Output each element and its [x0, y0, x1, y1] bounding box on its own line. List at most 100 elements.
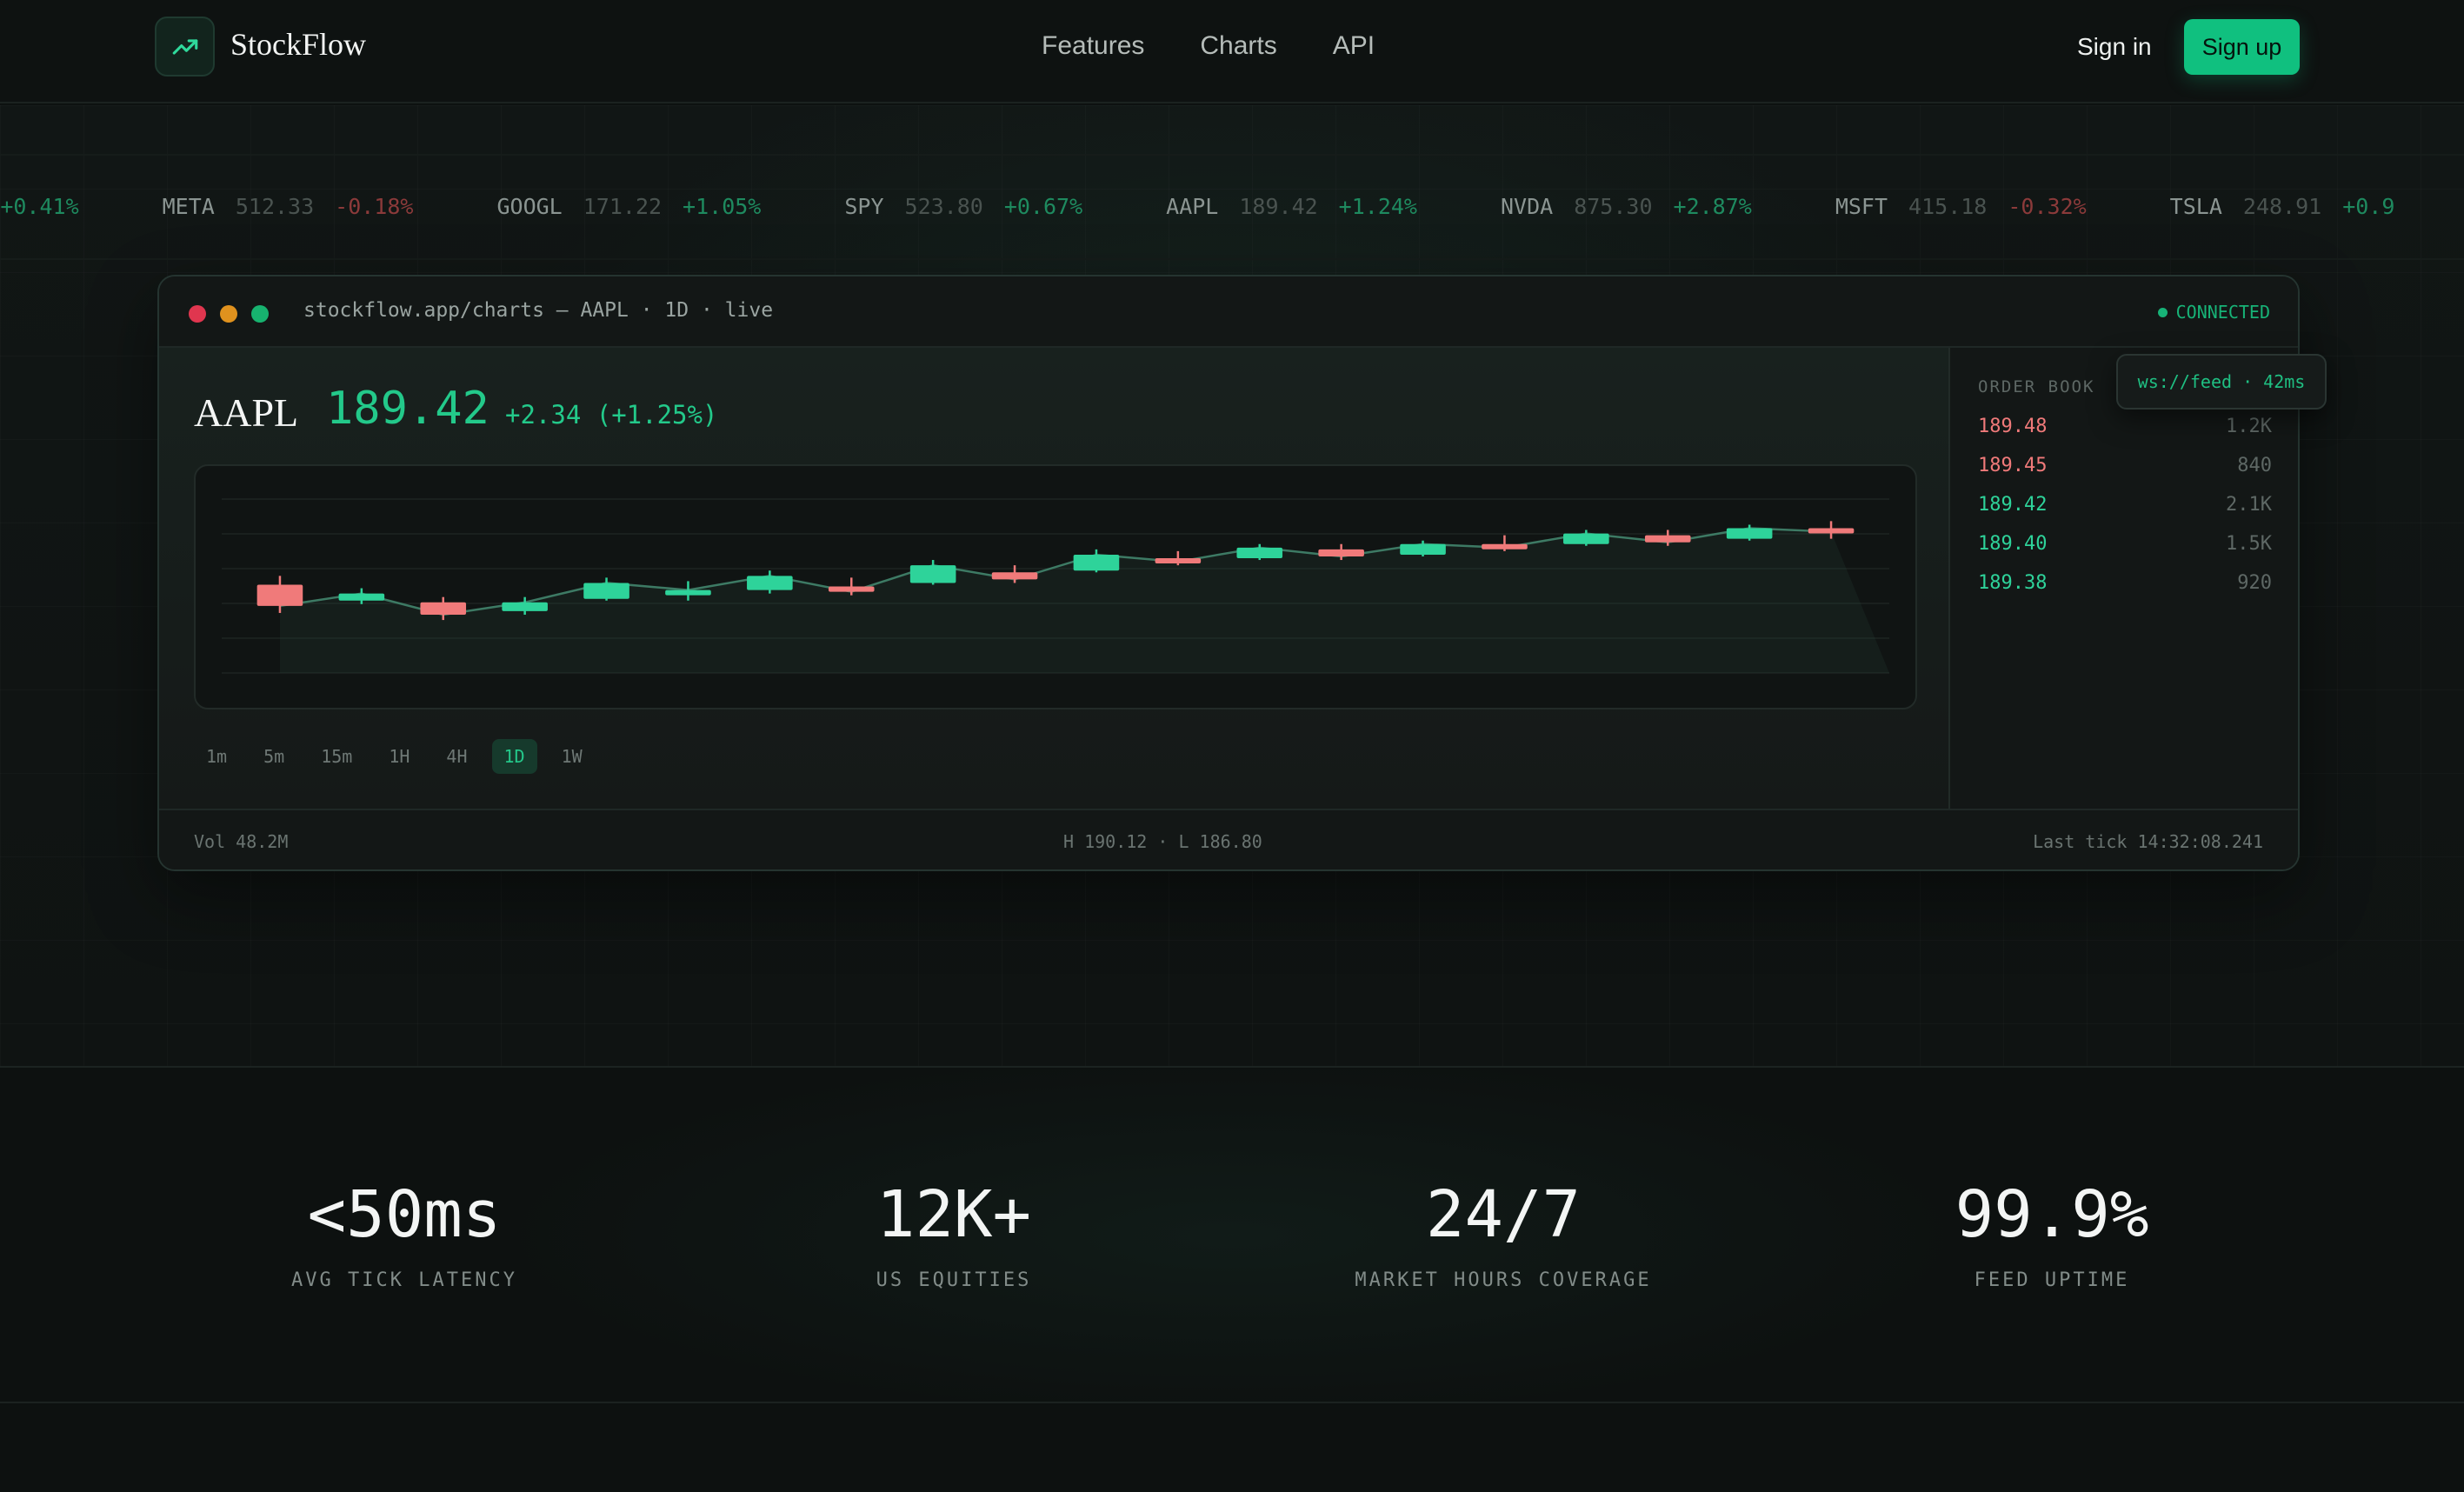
nav-link-api[interactable]: API [1333, 31, 1375, 61]
stat-uptime: 99.9% FEED UPTIME [1878, 1177, 2226, 1291]
order-book-row[interactable]: 189.38 920 [1978, 572, 2272, 594]
stat-label: MARKET HOURS COVERAGE [1355, 1269, 1652, 1291]
candle[interactable] [1563, 530, 1609, 546]
candle-body [1073, 554, 1120, 571]
timeframe-1H[interactable]: 1H [376, 739, 422, 774]
ticker-change: +2.87% [1673, 194, 1752, 219]
order-book-row[interactable]: 189.40 1.5K [1978, 533, 2272, 555]
candle-body [1644, 535, 1691, 543]
stat-latency: <50ms AVG TICK LATENCY [230, 1177, 578, 1291]
stat-value: 99.9% [1955, 1177, 2149, 1252]
symbol-title: AAPL [194, 390, 299, 435]
timeframe-5m[interactable]: 5m [251, 739, 296, 774]
candle-body [1236, 547, 1283, 559]
candlestick-chart[interactable] [194, 464, 1917, 709]
current-price: 189.42 [326, 383, 489, 435]
hero-section: 178.65+0.41% META 512.33 -0.18% GOOGL 171.22 +… [0, 105, 2464, 1068]
candle-body [1482, 543, 1528, 550]
ticker-item[interactable]: AAPL 189.42 +1.24% [1166, 194, 1417, 219]
order-price: 189.45 [1978, 455, 2048, 476]
sign-up-button[interactable]: Sign up [2184, 19, 2300, 75]
stat-value: <50ms [307, 1177, 502, 1252]
ticker-symbol: META [162, 194, 215, 219]
high-low-readout: H 190.12 · L 186.80 [1063, 831, 1262, 852]
order-book-row[interactable]: 189.48 1.2K [1978, 416, 2272, 437]
ticker-symbol: MSFT [1835, 194, 1888, 219]
nav-link-features[interactable]: Features [1042, 31, 1144, 61]
order-book-row[interactable]: 189.45 840 [1978, 455, 2272, 476]
candle-body [1726, 528, 1773, 539]
status-dot-icon [2157, 307, 2168, 317]
window-footer: Vol 48.2M H 190.12 · L 186.80 Last tick … [159, 809, 2298, 869]
logo-badge[interactable] [155, 17, 215, 77]
ticker-price: 248.91 [2242, 194, 2322, 219]
stat-label: US EQUITIES [876, 1269, 1032, 1291]
order-price: 189.48 [1978, 416, 2048, 437]
window-titlebar: stockflow.app/charts — AAPL · 1D · live … [159, 276, 2298, 348]
ticker-item[interactable]: MSFT 415.18 -0.32% [1835, 194, 2087, 219]
close-dot[interactable] [189, 305, 206, 323]
candle-body [338, 593, 385, 601]
minimize-dot[interactable] [220, 305, 237, 323]
candle-body [909, 565, 956, 583]
candle[interactable] [1073, 549, 1120, 573]
candle[interactable] [909, 560, 956, 585]
candle-body [420, 602, 467, 615]
top-nav: StockFlow Features Charts API Sign in Si… [0, 0, 2464, 103]
sign-in-link[interactable]: Sign in [2077, 33, 2152, 61]
stat-coverage: 24/7 MARKET HOURS COVERAGE [1329, 1177, 1677, 1291]
timeframe-4H[interactable]: 4H [434, 739, 479, 774]
chart-area: AAPL 189.42 +2.34 (+1.25%) 1m 5m 15m 1H 4H 1D… [159, 348, 1948, 809]
brand-name[interactable]: StockFlow [230, 26, 366, 63]
maximize-dot[interactable] [251, 305, 269, 323]
ticker-item[interactable]: TSLA 248.91 +0.9 [2170, 194, 2395, 219]
order-price: 189.38 [1978, 572, 2048, 594]
candle[interactable] [583, 577, 629, 601]
order-book-row[interactable]: 189.42 2.1K [1978, 494, 2272, 516]
ticker-change: +0.9 [2342, 194, 2395, 219]
nav-link-charts[interactable]: Charts [1200, 31, 1276, 61]
ticker-change: +0.41% [0, 194, 79, 219]
ticker-item[interactable]: 178.65+0.41% [0, 194, 79, 219]
candle-body [1400, 543, 1446, 555]
ticker-item[interactable]: SPY 523.80 +0.67% [844, 194, 1082, 219]
ticker-row: 178.65+0.41% META 512.33 -0.18% GOOGL 171.22 +… [0, 194, 2394, 219]
ticker-symbol: TSLA [2169, 194, 2222, 219]
connection-status-label: CONNECTED [2175, 302, 2270, 323]
stat-label: AVG TICK LATENCY [291, 1269, 517, 1291]
candlestick-svg [222, 498, 1890, 674]
order-size: 920 [2237, 572, 2272, 594]
chart-window: stockflow.app/charts — AAPL · 1D · live … [157, 275, 2300, 871]
ticker-item[interactable]: NVDA 875.30 +2.87% [1501, 194, 1752, 219]
timeframe-1m[interactable]: 1m [194, 739, 239, 774]
trending-up-icon [172, 38, 197, 55]
candle-body [256, 584, 303, 606]
timeframe-1W[interactable]: 1W [549, 739, 595, 774]
last-tick-readout: Last tick 14:32:08.241 [2033, 831, 2263, 852]
candle-body [747, 576, 793, 590]
candle[interactable] [1482, 535, 1528, 551]
ticker-symbol: AAPL [1166, 194, 1219, 219]
timeframe-1D[interactable]: 1D [491, 739, 537, 774]
order-size: 1.2K [2226, 416, 2272, 437]
ticker-item[interactable]: GOOGL 171.22 +1.05% [496, 194, 761, 219]
candle[interactable] [1400, 540, 1446, 556]
ticker-symbol: NVDA [1500, 194, 1554, 219]
stat-label: FEED UPTIME [1974, 1269, 2130, 1291]
order-book: ORDER BOOK 189.48 1.2K 189.45 840 189.42 2.1K… [1948, 348, 2298, 809]
order-price: 189.40 [1978, 533, 2048, 555]
candle-body [1563, 533, 1609, 544]
ticker-strip: 178.65+0.41% META 512.33 -0.18% GOOGL 171.22 +… [0, 154, 2464, 260]
ticker-item[interactable]: META 512.33 -0.18% [163, 194, 414, 219]
ticker-change: +0.67% [1003, 194, 1083, 219]
candle[interactable] [1155, 550, 1202, 566]
ticker-symbol: GOOGL [496, 194, 563, 219]
order-size: 1.5K [2226, 533, 2272, 555]
timeframe-15m[interactable]: 15m [309, 739, 364, 774]
websocket-latency-badge: ws://feed · 42ms [2116, 354, 2327, 410]
ticker-change: -0.18% [335, 194, 414, 219]
ticker-symbol: SPY [844, 194, 884, 219]
candle[interactable] [1236, 543, 1283, 561]
ticker-price: 189.42 [1239, 194, 1318, 219]
candle[interactable] [1726, 524, 1773, 541]
